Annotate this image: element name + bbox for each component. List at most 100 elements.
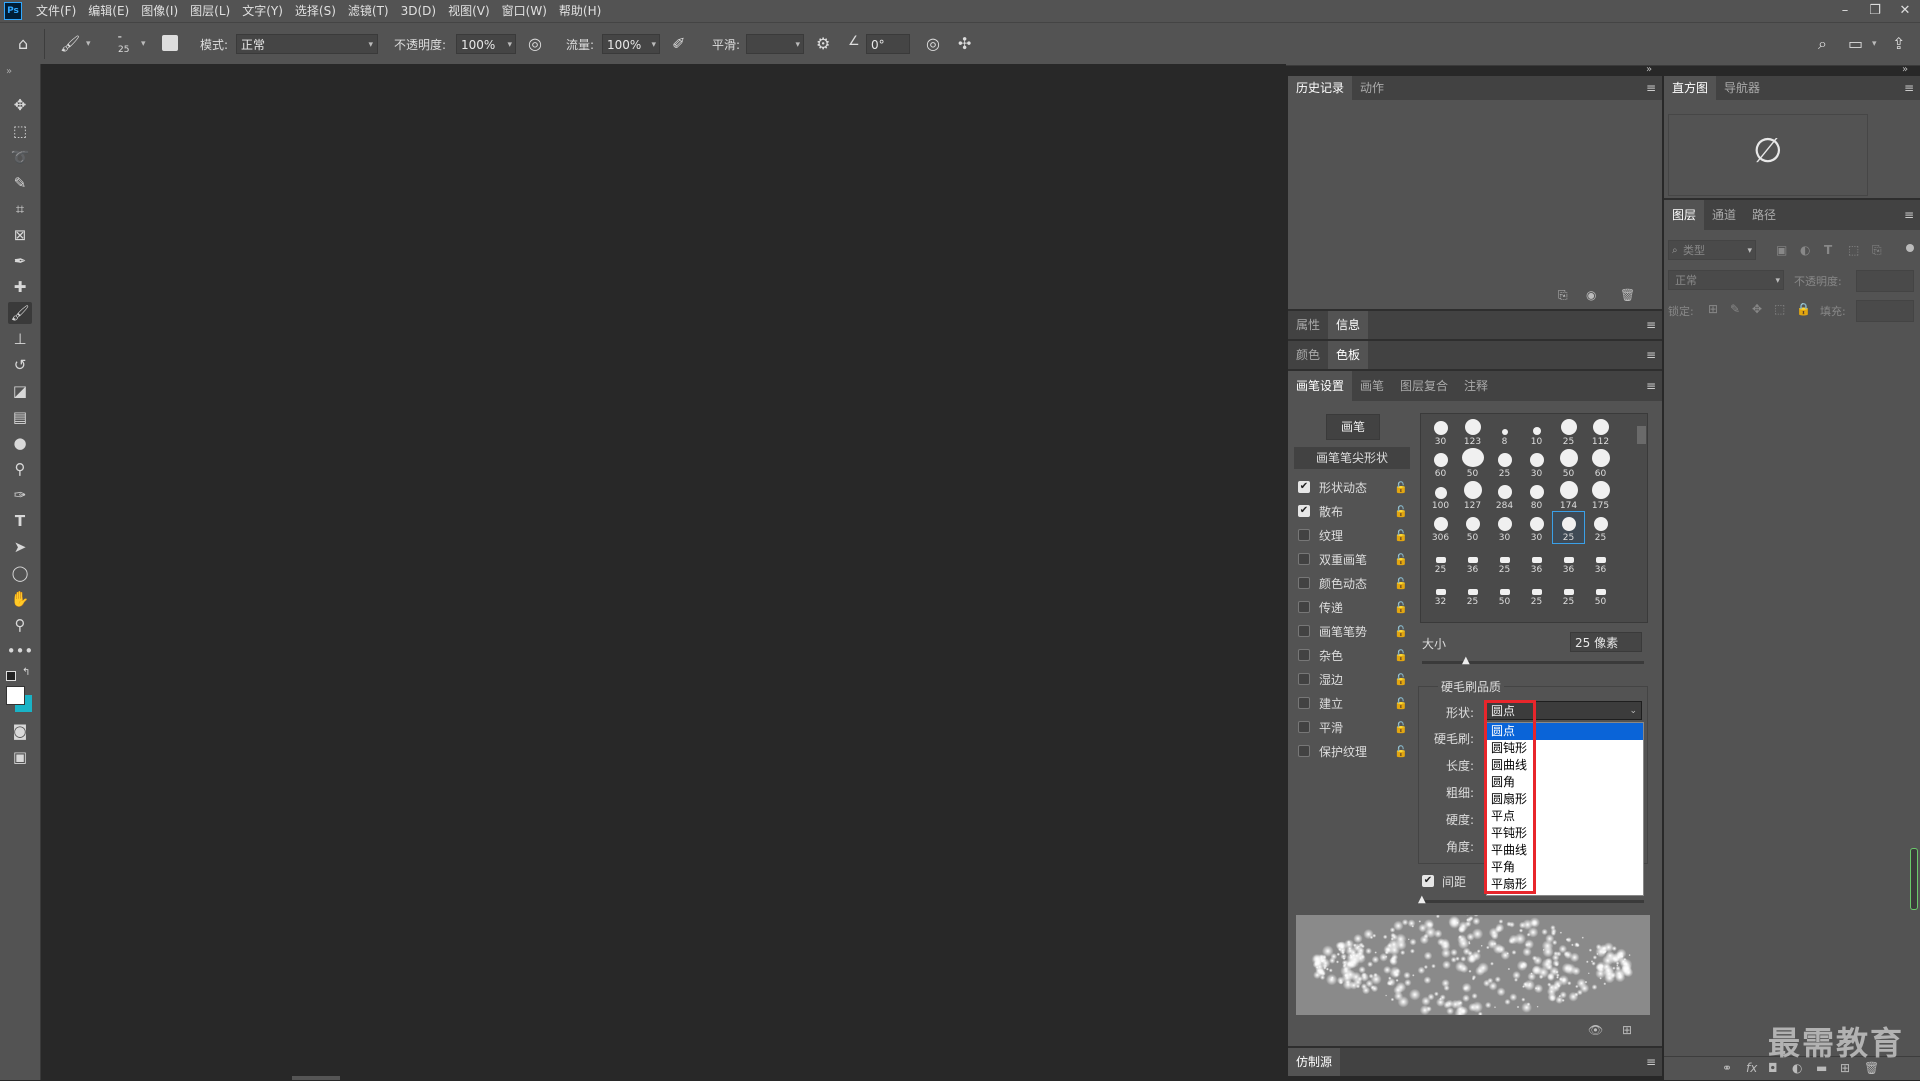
symmetry-icon[interactable]: ✣ — [958, 34, 971, 53]
camera-icon[interactable]: ◉ — [1586, 288, 1596, 302]
brush-preset[interactable]: 36 — [1457, 544, 1488, 575]
tab-swatches[interactable]: 色板 — [1328, 341, 1368, 369]
brush-preset[interactable]: 25 — [1489, 544, 1520, 575]
tab-properties[interactable]: 属性 — [1288, 311, 1328, 339]
menu-3d[interactable]: 3D(D) — [395, 0, 442, 22]
chevron-down-icon[interactable]: ▾ — [1872, 39, 1877, 49]
tab-paths[interactable]: 路径 — [1744, 200, 1784, 230]
brush-preset[interactable]: 123 — [1457, 416, 1488, 447]
marquee-tool-icon[interactable]: ⬚ — [8, 120, 32, 142]
new-brush-icon[interactable]: ⊞ — [1622, 1023, 1632, 1037]
brush-option-checkbox[interactable] — [1298, 625, 1310, 637]
path-select-tool-icon[interactable]: ➤ — [8, 536, 32, 558]
brush-preset[interactable]: 50 — [1489, 576, 1520, 607]
home-icon[interactable]: ⌂ — [18, 34, 28, 53]
brush-option-row[interactable]: 纹理🔓 — [1298, 523, 1408, 547]
spacing-slider-track[interactable] — [1422, 900, 1644, 903]
panel-menu-icon[interactable]: ≡ — [1904, 208, 1914, 222]
lock-icon[interactable]: 🔓 — [1394, 577, 1408, 590]
filter-smart-icon[interactable]: ⎘ — [1872, 243, 1882, 258]
brush-option-checkbox[interactable] — [1298, 481, 1310, 493]
brush-option-checkbox[interactable] — [1298, 577, 1310, 589]
default-colors-icon[interactable] — [6, 671, 16, 681]
panel-menu-icon[interactable]: ≡ — [1646, 81, 1656, 95]
brushes-button[interactable]: 画笔 — [1326, 414, 1380, 440]
panel-menu-icon[interactable]: ≡ — [1646, 348, 1656, 362]
flow-input[interactable]: 100% ▾ — [602, 34, 660, 54]
new-document-icon[interactable]: ⎘ — [1558, 288, 1568, 303]
trash-icon[interactable]: 🗑 — [1620, 288, 1635, 302]
brush-option-row[interactable]: 平滑🔓 — [1298, 715, 1408, 739]
more-tools-icon[interactable]: ••• — [8, 640, 32, 662]
layer-fill-input[interactable] — [1856, 300, 1914, 322]
layer-filter-select[interactable]: ⌕ 类型 ▾ — [1668, 240, 1756, 260]
search-icon[interactable]: ⌕ — [1818, 34, 1827, 54]
spacing-checkbox[interactable] — [1422, 875, 1434, 887]
tab-brush-settings[interactable]: 画笔设置 — [1288, 371, 1352, 401]
lock-icon[interactable]: 🔓 — [1394, 601, 1408, 614]
brush-preset-grid[interactable]: 3012381025112605025305060100127284801741… — [1420, 413, 1648, 623]
brush-option-checkbox[interactable] — [1298, 649, 1310, 661]
brush-settings-toggle-icon[interactable] — [162, 35, 178, 51]
brush-preset[interactable]: 25 — [1457, 576, 1488, 607]
tab-brushes[interactable]: 画笔 — [1352, 371, 1392, 401]
gear-icon[interactable]: ⚙ — [816, 34, 830, 53]
brush-option-checkbox[interactable] — [1298, 505, 1310, 517]
size-slider-track[interactable] — [1422, 661, 1644, 664]
restore-icon[interactable]: ❐ — [1860, 0, 1890, 22]
canvas-area[interactable] — [41, 64, 1286, 1080]
menu-select[interactable]: 选择(S) — [289, 0, 342, 22]
brush-preset[interactable]: 50 — [1585, 576, 1616, 607]
collapse-panels-icon[interactable]: » — [1646, 64, 1652, 75]
tab-notes[interactable]: 注释 — [1456, 371, 1496, 401]
lock-image-icon[interactable]: ✎ — [1730, 302, 1740, 316]
minimize-icon[interactable]: – — [1830, 0, 1860, 22]
hand-tool-icon[interactable]: ✋ — [8, 588, 32, 610]
eraser-tool-icon[interactable]: ◪ — [8, 380, 32, 402]
tab-clone-source[interactable]: 仿制源 — [1288, 1048, 1340, 1076]
brush-preset[interactable]: 32 — [1425, 576, 1456, 607]
menu-filter[interactable]: 滤镜(T) — [342, 0, 395, 22]
brush-preset[interactable]: 284 — [1489, 480, 1520, 511]
chevron-down-icon[interactable]: ▾ — [86, 39, 91, 49]
workspace-icon[interactable]: ▭ — [1848, 34, 1863, 53]
tab-layers[interactable]: 图层 — [1664, 200, 1704, 230]
foreground-color-swatch[interactable] — [6, 686, 25, 705]
pressure-opacity-icon[interactable]: ◎ — [528, 34, 542, 53]
menu-type[interactable]: 文字(Y) — [236, 0, 289, 22]
menu-file[interactable]: 文件(F) — [30, 0, 82, 22]
tab-color[interactable]: 颜色 — [1288, 341, 1328, 369]
preset-scrollbar[interactable] — [1637, 426, 1646, 444]
quick-mask-icon[interactable]: ◙ — [8, 720, 32, 742]
panel-menu-icon[interactable]: ≡ — [1646, 1055, 1656, 1069]
brush-option-row[interactable]: 湿边🔓 — [1298, 667, 1408, 691]
brush-tool-icon[interactable]: 🖌 — [60, 34, 80, 53]
brush-option-checkbox[interactable] — [1298, 553, 1310, 565]
brush-preset[interactable]: 306 — [1425, 512, 1456, 543]
dodge-tool-icon[interactable]: ⚲ — [8, 458, 32, 480]
brush-tool-icon[interactable]: 🖌 — [8, 302, 32, 324]
brush-preset-picker[interactable]: ⁃ 25 — [114, 31, 136, 59]
collapse-panels-icon[interactable]: » — [1902, 64, 1908, 75]
swap-colors-icon[interactable]: ↰ — [22, 667, 30, 678]
angle-input[interactable]: 0° — [866, 34, 910, 54]
brush-preset[interactable]: 50 — [1553, 448, 1584, 479]
brush-preset[interactable]: 60 — [1585, 448, 1616, 479]
brush-preset[interactable]: 30 — [1425, 416, 1456, 447]
lock-icon[interactable]: 🔓 — [1394, 625, 1408, 638]
brush-option-row[interactable]: 杂色🔓 — [1298, 643, 1408, 667]
lock-icon[interactable]: 🔓 — [1394, 721, 1408, 734]
close-icon[interactable]: ✕ — [1890, 0, 1920, 22]
brush-preset[interactable]: 25 — [1585, 512, 1616, 543]
smoothing-input[interactable]: ▾ — [746, 34, 804, 54]
brush-preset[interactable]: 8 — [1489, 416, 1520, 447]
collapse-icon[interactable]: » — [6, 66, 12, 77]
tab-actions[interactable]: 动作 — [1352, 76, 1392, 100]
brush-preset[interactable]: 25 — [1425, 544, 1456, 575]
menu-edit[interactable]: 编辑(E) — [82, 0, 135, 22]
tab-navigator[interactable]: 导航器 — [1716, 76, 1768, 100]
tab-layer-comps[interactable]: 图层复合 — [1392, 371, 1456, 401]
brush-option-checkbox[interactable] — [1298, 697, 1310, 709]
brush-option-row[interactable]: 建立🔓 — [1298, 691, 1408, 715]
chevron-down-icon[interactable]: ▾ — [141, 39, 146, 49]
